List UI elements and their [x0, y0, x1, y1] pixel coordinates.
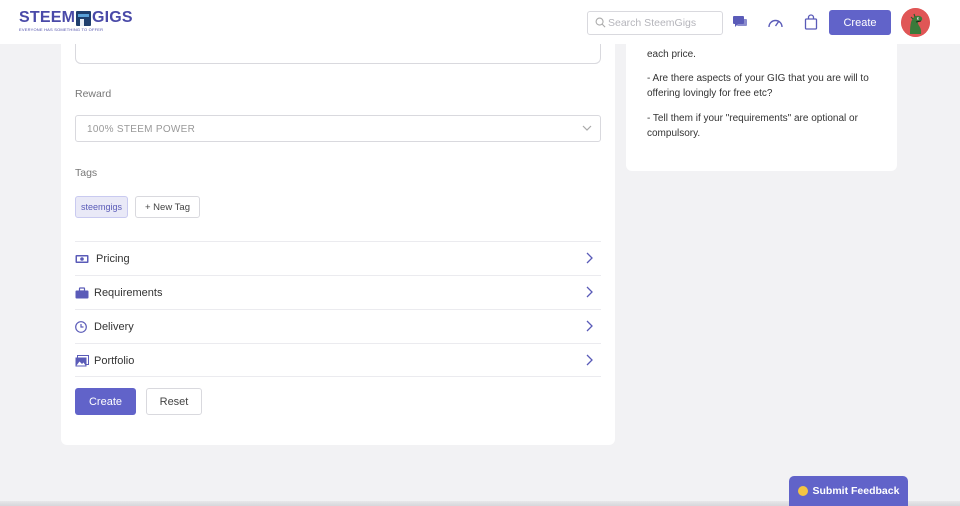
section-requirements-label: Requirements	[94, 287, 163, 299]
search-box[interactable]	[587, 11, 723, 35]
logo-text-steem: STEEM	[19, 9, 76, 26]
smiley-icon	[797, 486, 808, 496]
submit-feedback-button[interactable]: Submit Feedback	[789, 476, 908, 506]
clock-icon	[75, 321, 87, 333]
section-portfolio-label: Portfolio	[94, 355, 135, 367]
chevron-right-icon	[586, 286, 593, 298]
messages-icon[interactable]	[731, 13, 749, 31]
chevron-down-icon	[582, 125, 592, 131]
tip-text-3: - Tell them if your "requirements" are o…	[647, 113, 858, 139]
create-button[interactable]: Create	[75, 388, 136, 415]
briefcase-icon	[75, 287, 89, 299]
shop-icon	[76, 11, 91, 26]
dashboard-gauge-icon[interactable]	[766, 13, 784, 31]
create-gig-button[interactable]: Create	[829, 10, 891, 35]
logo-text-gigs: GIGS	[92, 9, 133, 26]
gig-form-card: Reward 100% STEEM POWER Tags steemgigs +…	[61, 30, 615, 445]
money-icon	[75, 255, 89, 263]
reward-select-value: 100% STEEM POWER	[87, 124, 196, 135]
chevron-right-icon	[586, 354, 593, 366]
section-pricing[interactable]: Pricing	[75, 241, 601, 275]
logo-tagline: EVERYONE HAS SOMETHING TO OFFER	[19, 27, 104, 32]
reward-label: Reward	[75, 88, 112, 100]
chevron-right-icon	[586, 320, 593, 332]
shopping-bag-icon[interactable]	[802, 13, 820, 31]
tip-text-1: each price.	[647, 49, 696, 60]
new-tag-button[interactable]: + New Tag	[135, 196, 200, 218]
submit-feedback-label: Submit Feedback	[812, 485, 900, 497]
chevron-right-icon	[586, 252, 593, 264]
tips-card: each price. - Are there aspects of your …	[626, 30, 897, 171]
tags-label: Tags	[75, 167, 98, 179]
section-delivery[interactable]: Delivery	[75, 309, 601, 343]
section-requirements[interactable]: Requirements	[75, 275, 601, 309]
top-navbar: STEEM GIGS EVERYONE HAS SOMETHING TO OFF…	[0, 0, 960, 44]
tag-chip-steemgigs[interactable]: steemgigs	[75, 196, 128, 218]
tip-text-2: - Are there aspects of your GIG that you…	[647, 73, 869, 99]
steemgigs-logo[interactable]: STEEM GIGS EVERYONE HAS SOMETHING TO OFF…	[19, 9, 133, 34]
section-delivery-label: Delivery	[94, 321, 134, 333]
section-divider	[75, 376, 601, 377]
section-pricing-label: Pricing	[96, 253, 130, 265]
section-portfolio[interactable]: Portfolio	[75, 343, 601, 377]
user-avatar[interactable]	[901, 8, 930, 37]
reset-button[interactable]: Reset	[146, 388, 202, 415]
reward-select[interactable]: 100% STEEM POWER	[75, 115, 601, 142]
search-input[interactable]	[608, 15, 718, 31]
images-icon	[75, 355, 89, 367]
search-icon	[595, 17, 606, 28]
